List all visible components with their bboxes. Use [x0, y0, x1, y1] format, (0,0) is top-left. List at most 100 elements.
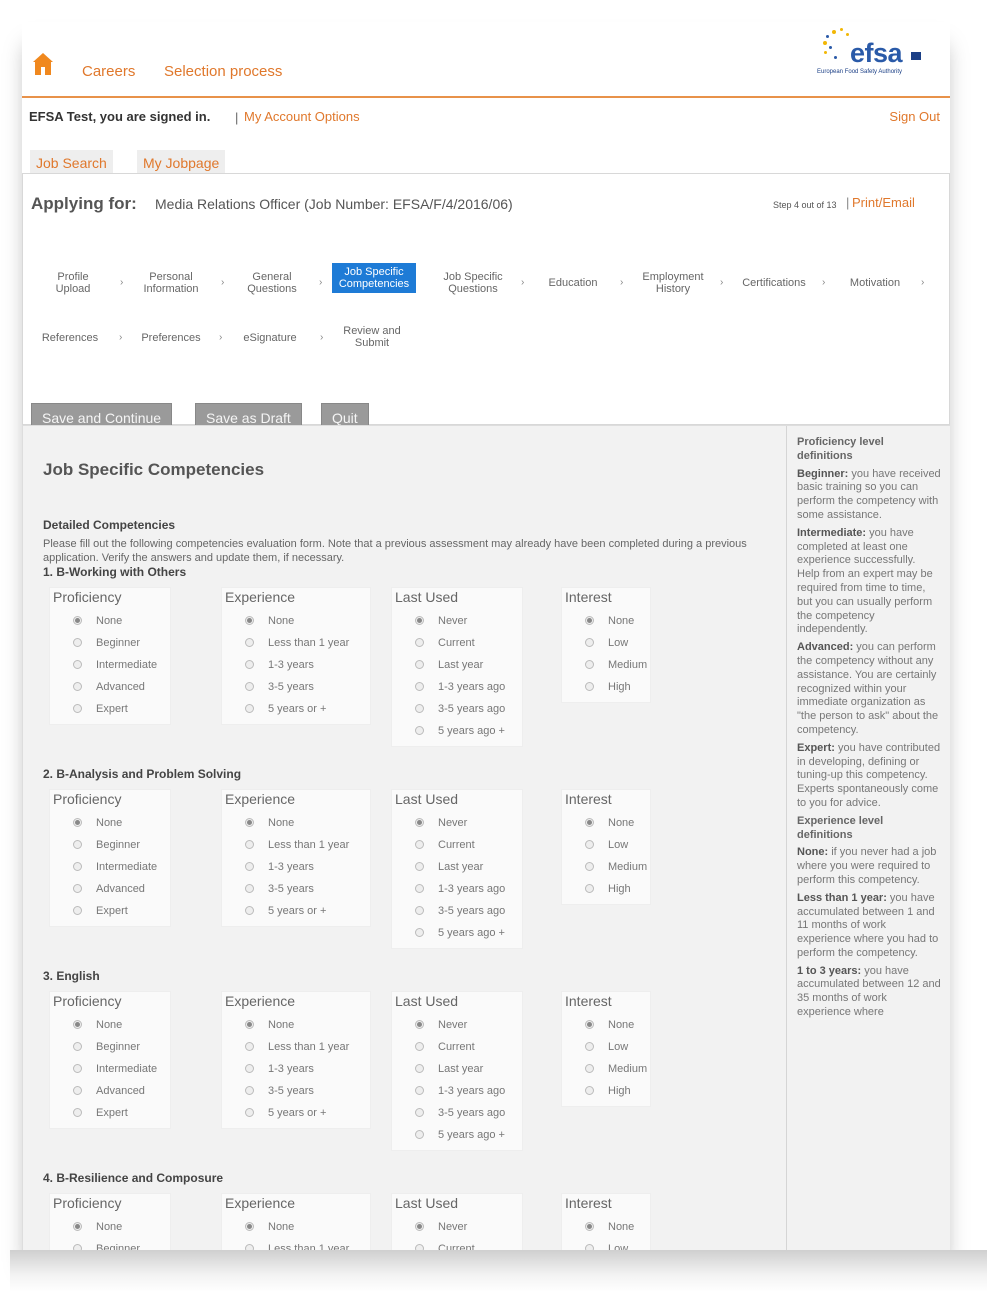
experience-radio-option[interactable]: None	[245, 1019, 294, 1031]
last-used-radio-option[interactable]: Never	[415, 817, 467, 829]
step-references[interactable]: References	[35, 332, 105, 344]
proficiency-radio-option[interactable]: None	[73, 615, 122, 627]
radio-button-icon[interactable]	[245, 616, 254, 625]
proficiency-radio-option[interactable]: Advanced	[73, 883, 145, 895]
experience-radio-option[interactable]: 5 years or +	[245, 703, 326, 715]
radio-button-icon[interactable]	[415, 1042, 424, 1051]
radio-button-icon[interactable]	[585, 884, 594, 893]
proficiency-radio-option[interactable]: Beginner	[73, 637, 140, 649]
proficiency-radio-option[interactable]: Intermediate	[73, 659, 157, 671]
radio-button-icon[interactable]	[73, 884, 82, 893]
radio-button-icon[interactable]	[73, 660, 82, 669]
nav-selection-process-link[interactable]: Selection process	[164, 63, 282, 80]
radio-button-icon[interactable]	[73, 1064, 82, 1073]
experience-radio-option[interactable]: Less than 1 year	[245, 637, 349, 649]
radio-button-icon[interactable]	[585, 1064, 594, 1073]
step-education[interactable]: Education	[541, 277, 605, 289]
radio-button-icon[interactable]	[415, 818, 424, 827]
radio-button-icon[interactable]	[415, 862, 424, 871]
interest-radio-option[interactable]: Low	[585, 637, 628, 649]
last-used-radio-option[interactable]: 5 years ago +	[415, 725, 505, 737]
radio-button-icon[interactable]	[415, 840, 424, 849]
interest-radio-option[interactable]: High	[585, 1085, 631, 1097]
last-used-radio-option[interactable]: 1-3 years ago	[415, 681, 505, 693]
interest-radio-option[interactable]: Medium	[585, 1063, 647, 1075]
proficiency-radio-option[interactable]: None	[73, 817, 122, 829]
radio-button-icon[interactable]	[415, 928, 424, 937]
last-used-radio-option[interactable]: Never	[415, 1221, 467, 1233]
radio-button-icon[interactable]	[245, 906, 254, 915]
interest-radio-option[interactable]: High	[585, 883, 631, 895]
radio-button-icon[interactable]	[415, 616, 424, 625]
proficiency-radio-option[interactable]: None	[73, 1019, 122, 1031]
radio-button-icon[interactable]	[245, 1064, 254, 1073]
step-job-specific-questions[interactable]: Job Specific Questions	[435, 271, 511, 295]
interest-radio-option[interactable]: None	[585, 1221, 634, 1233]
radio-button-icon[interactable]	[73, 1042, 82, 1051]
last-used-radio-option[interactable]: 3-5 years ago	[415, 905, 505, 917]
last-used-radio-option[interactable]: 5 years ago +	[415, 927, 505, 939]
radio-button-icon[interactable]	[415, 1020, 424, 1029]
last-used-radio-option[interactable]: Current	[415, 637, 475, 649]
experience-radio-option[interactable]: 3-5 years	[245, 883, 314, 895]
radio-button-icon[interactable]	[585, 818, 594, 827]
experience-radio-option[interactable]: 1-3 years	[245, 659, 314, 671]
radio-button-icon[interactable]	[585, 1020, 594, 1029]
radio-button-icon[interactable]	[73, 1222, 82, 1231]
step-personal-information[interactable]: Personal Information	[135, 271, 207, 295]
radio-button-icon[interactable]	[585, 682, 594, 691]
sign-out-link[interactable]: Sign Out	[889, 109, 940, 124]
proficiency-radio-option[interactable]: Advanced	[73, 681, 145, 693]
last-used-radio-option[interactable]: 5 years ago +	[415, 1129, 505, 1141]
step-certifications[interactable]: Certifications	[735, 277, 813, 289]
radio-button-icon[interactable]	[245, 1042, 254, 1051]
radio-button-icon[interactable]	[73, 638, 82, 647]
last-used-radio-option[interactable]: Last year	[415, 1063, 483, 1075]
radio-button-icon[interactable]	[415, 1108, 424, 1117]
step-job-specific-competencies[interactable]: Job Specific Competencies	[332, 263, 416, 293]
radio-button-icon[interactable]	[245, 682, 254, 691]
radio-button-icon[interactable]	[585, 840, 594, 849]
interest-radio-option[interactable]: None	[585, 817, 634, 829]
radio-button-icon[interactable]	[73, 840, 82, 849]
radio-button-icon[interactable]	[245, 660, 254, 669]
proficiency-radio-option[interactable]: Expert	[73, 1107, 128, 1119]
proficiency-radio-option[interactable]: Intermediate	[73, 1063, 157, 1075]
experience-radio-option[interactable]: None	[245, 817, 294, 829]
radio-button-icon[interactable]	[73, 818, 82, 827]
experience-radio-option[interactable]: 5 years or +	[245, 905, 326, 917]
radio-button-icon[interactable]	[245, 1108, 254, 1117]
interest-radio-option[interactable]: None	[585, 1019, 634, 1031]
step-profile-upload[interactable]: Profile Upload	[51, 271, 95, 295]
last-used-radio-option[interactable]: 3-5 years ago	[415, 1107, 505, 1119]
radio-button-icon[interactable]	[245, 704, 254, 713]
radio-button-icon[interactable]	[73, 616, 82, 625]
radio-button-icon[interactable]	[415, 1064, 424, 1073]
radio-button-icon[interactable]	[585, 1042, 594, 1051]
radio-button-icon[interactable]	[415, 660, 424, 669]
radio-button-icon[interactable]	[585, 862, 594, 871]
nav-careers-link[interactable]: Careers	[82, 63, 135, 80]
radio-button-icon[interactable]	[415, 638, 424, 647]
radio-button-icon[interactable]	[585, 1222, 594, 1231]
experience-radio-option[interactable]: Less than 1 year	[245, 839, 349, 851]
radio-button-icon[interactable]	[245, 1086, 254, 1095]
step-motivation[interactable]: Motivation	[841, 277, 909, 289]
experience-radio-option[interactable]: 3-5 years	[245, 1085, 314, 1097]
radio-button-icon[interactable]	[245, 638, 254, 647]
last-used-radio-option[interactable]: 1-3 years ago	[415, 1085, 505, 1097]
proficiency-radio-option[interactable]: Beginner	[73, 839, 140, 851]
radio-button-icon[interactable]	[585, 616, 594, 625]
print-email-link[interactable]: Print/Email	[852, 195, 915, 210]
step-esignature[interactable]: eSignature	[235, 332, 305, 344]
radio-button-icon[interactable]	[415, 704, 424, 713]
interest-radio-option[interactable]: Low	[585, 1041, 628, 1053]
radio-button-icon[interactable]	[73, 1086, 82, 1095]
radio-button-icon[interactable]	[73, 1020, 82, 1029]
interest-radio-option[interactable]: Medium	[585, 659, 647, 671]
interest-radio-option[interactable]: Medium	[585, 861, 647, 873]
my-account-options-link[interactable]: My Account Options	[244, 109, 360, 124]
interest-radio-option[interactable]: High	[585, 681, 631, 693]
proficiency-radio-option[interactable]: Intermediate	[73, 861, 157, 873]
experience-radio-option[interactable]: 5 years or +	[245, 1107, 326, 1119]
